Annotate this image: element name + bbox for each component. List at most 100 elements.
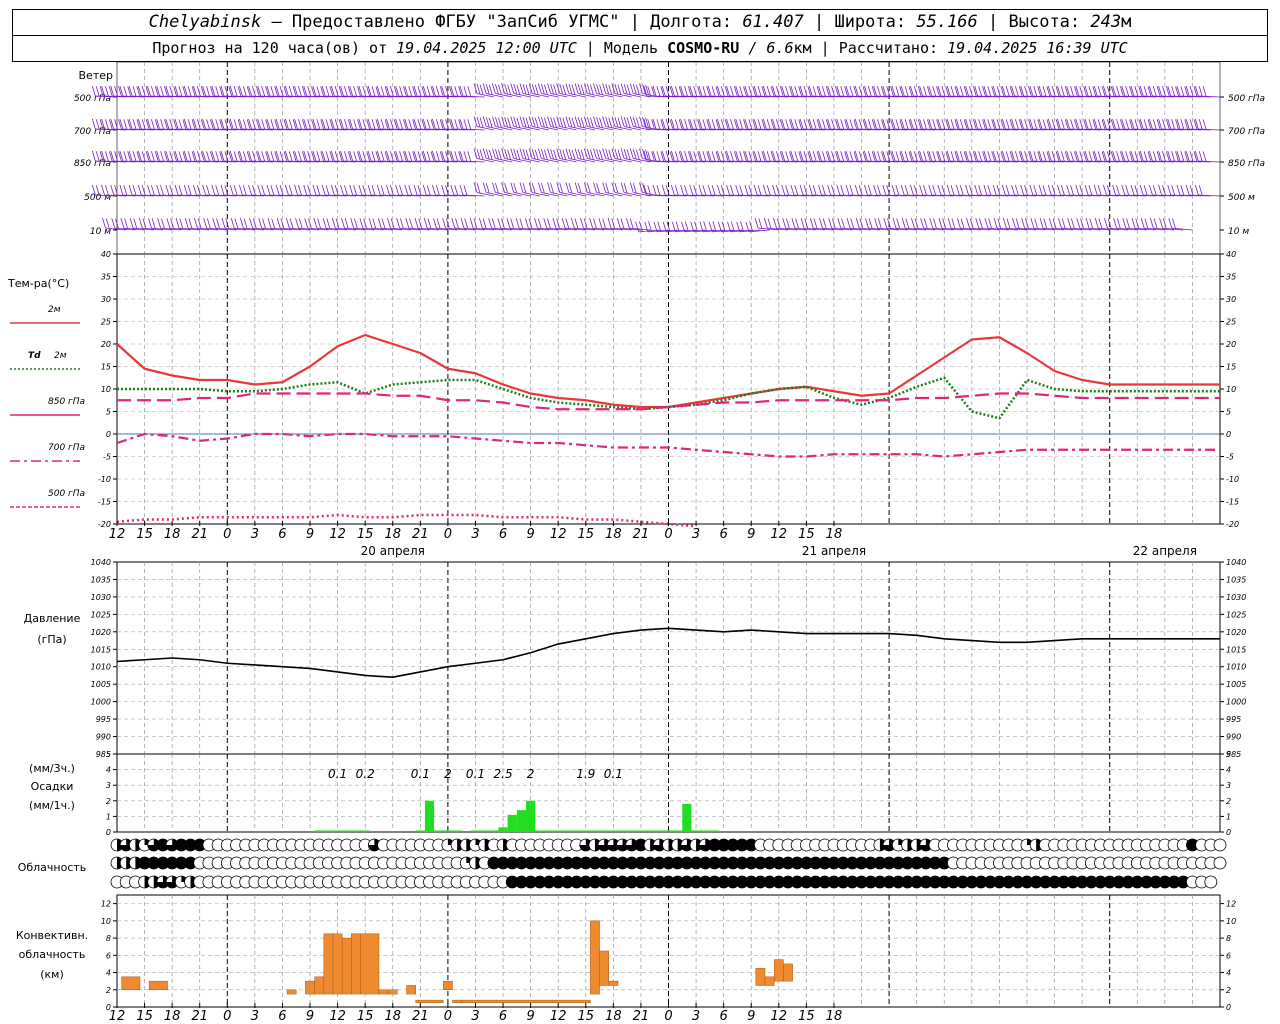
- wind-barb-shaft: [623, 158, 642, 163]
- precip-bar: [415, 830, 425, 832]
- wind-barb-feather: [873, 150, 878, 162]
- wind-barb-feather: [890, 151, 895, 162]
- wind-barb-feather: [476, 83, 481, 95]
- wind-barb-feather: [261, 151, 266, 162]
- wind-barb-feather: [137, 118, 142, 130]
- wind-barb-feather: [602, 148, 607, 159]
- hour-axis-label: 0: [223, 527, 231, 542]
- wind-barb-feather: [807, 151, 812, 162]
- wind-barb-feather: [404, 184, 409, 196]
- wind-barb-feather: [674, 119, 679, 130]
- wind-barb-feather: [1047, 150, 1052, 162]
- wind-barb-feather: [212, 218, 217, 229]
- convective-tick-label: 4: [1226, 969, 1231, 978]
- wind-barb-feather: [1060, 86, 1065, 97]
- precip-bar: [581, 830, 591, 832]
- wind-barb-feather: [1116, 185, 1120, 196]
- wind-barb-feather: [1015, 119, 1019, 130]
- wind-barb-feather: [946, 118, 951, 130]
- wind-barb-feather: [974, 184, 979, 196]
- wind-barb-feather: [292, 86, 297, 97]
- wind-barb-feather: [540, 148, 545, 160]
- wind-barb-shaft: [568, 192, 586, 197]
- wind-barb-feather: [1055, 86, 1060, 97]
- wind-barb-feather: [386, 150, 390, 162]
- wind-barb-feather: [1011, 184, 1015, 196]
- wind-barb-feather: [495, 182, 499, 194]
- wind-barb-feather: [384, 119, 389, 130]
- wind-barb-feather: [1129, 119, 1133, 130]
- wind-barb-feather: [464, 218, 469, 229]
- temperature-tick-label: 25: [101, 318, 111, 327]
- wind-barb-feather: [1148, 150, 1153, 162]
- convective-bar: [406, 985, 416, 995]
- precip-tick-label: 0: [1226, 828, 1231, 837]
- wind-barb-feather: [960, 218, 965, 229]
- hour-axis-label: 9: [747, 527, 755, 542]
- precip-tick-label: 2: [1226, 797, 1231, 806]
- wind-barb-feather: [1020, 85, 1025, 97]
- wind-barb-feather: [460, 218, 465, 229]
- wind-barb-feather: [987, 185, 992, 196]
- wind-barb-feather: [132, 86, 137, 97]
- wind-barb-feather: [891, 118, 896, 130]
- wind-barb-feather: [128, 85, 133, 97]
- wind-barb-feather: [632, 116, 637, 128]
- wind-barb-feather: [908, 119, 913, 130]
- wind-barb-feather: [384, 86, 389, 97]
- convective-bar: [351, 933, 361, 995]
- temperature-tick-label: 15: [101, 363, 111, 372]
- wind-barb-feather: [242, 151, 247, 162]
- wind-barb-feather: [359, 218, 364, 229]
- pressure-tick-label: 1020: [1226, 628, 1246, 637]
- wind-barb-feather: [350, 218, 355, 229]
- wind-barb-feather: [132, 185, 137, 196]
- wind-barb-shaft: [578, 126, 596, 131]
- precip-bar: [424, 800, 435, 832]
- wind-barb-feather: [978, 151, 983, 162]
- wind-barb-feather: [1011, 85, 1015, 97]
- wind-barb-feather: [338, 119, 343, 130]
- wind-barb-feather: [187, 151, 192, 162]
- precip-bar: [535, 830, 545, 832]
- wind-barb-feather: [395, 150, 400, 162]
- wind-barb-feather: [753, 118, 758, 130]
- wind-barb-feather: [182, 86, 187, 97]
- wind-barb-feather: [501, 116, 505, 127]
- hour-axis-label: 15: [798, 527, 815, 542]
- wind-barb-feather: [598, 218, 603, 229]
- wind-barb-feather: [1001, 85, 1006, 97]
- wind-barb-feather: [661, 150, 666, 162]
- wind-level-label: 500 м: [1228, 193, 1255, 203]
- wind-barb-feather: [507, 84, 512, 95]
- convective-bar: [360, 933, 380, 995]
- wind-barb-feather: [1000, 119, 1005, 130]
- wind-barb-feather: [867, 151, 872, 162]
- wind-barb-feather: [577, 182, 582, 194]
- wind-barb-feather: [936, 86, 940, 97]
- hour-axis-label-bottom: 15: [357, 1009, 374, 1024]
- wind-barb-feather: [1021, 218, 1026, 229]
- hour-axis-label: 18: [384, 527, 401, 542]
- wind-barb-feather: [1042, 185, 1047, 196]
- wind-barb-feather: [183, 184, 188, 196]
- wind-barb-feather: [697, 86, 701, 97]
- wind-barb-feather: [739, 86, 744, 97]
- wind-barb-feather: [274, 119, 279, 130]
- wind-barb-feather: [1120, 151, 1124, 162]
- wind-barb-feather: [652, 85, 657, 97]
- wind-barb-feather: [762, 150, 767, 162]
- wind-barb-feather: [157, 218, 162, 229]
- wind-barb-feather: [678, 86, 683, 97]
- wind-barb-feather: [845, 85, 850, 97]
- hour-axis-label: 15: [578, 527, 595, 542]
- wind-barb-feather: [476, 116, 481, 128]
- wind-barb-feather: [808, 150, 813, 162]
- wind-barb-feather: [547, 218, 551, 229]
- wind-barb-feather: [900, 118, 905, 130]
- wind-barb-feather: [698, 150, 703, 162]
- hour-axis-label: 12: [109, 527, 126, 542]
- hour-axis-label-bottom: 18: [384, 1009, 401, 1024]
- wind-barb-feather: [467, 119, 472, 130]
- wind-barb-feather: [772, 184, 776, 196]
